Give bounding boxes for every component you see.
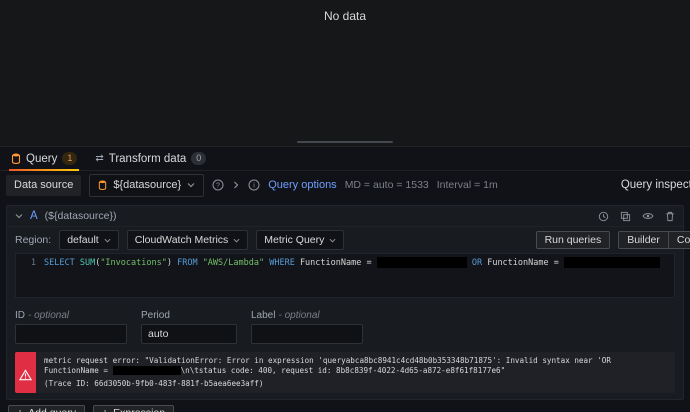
chevron-down-icon [233, 237, 240, 244]
svg-text:i: i [253, 183, 255, 190]
editor-tabbar: Query 1 ⇄ Transform data 0 [0, 147, 690, 171]
info-icon: i [248, 179, 260, 191]
add-expression-button[interactable]: Expression [93, 404, 175, 412]
period-field-label: Period [141, 310, 170, 321]
sql-token: = [366, 258, 377, 268]
query-mode-select-value: Metric Query [264, 234, 325, 246]
datasource-icon [98, 180, 107, 190]
redacted-value [112, 366, 181, 376]
tab-query-label: Query [26, 152, 58, 165]
no-data-message: No data [323, 9, 367, 23]
interval: Interval = 1m [436, 179, 498, 191]
redacted-value [376, 257, 467, 268]
sql-token: FunctionName [299, 258, 367, 268]
id-field-optional: - optional [28, 310, 70, 321]
hide-eye-icon[interactable] [642, 211, 654, 222]
id-field-group: ID - optional [15, 310, 127, 344]
footer-actions: Add query Expression [8, 404, 690, 412]
datasource-bar: Data source ${datasource} ? i Query opti… [0, 171, 690, 199]
label-field-label: Label [251, 310, 276, 321]
code-mode-button[interactable]: Code [668, 231, 690, 249]
datasource-picker[interactable]: ${datasource} [89, 173, 205, 197]
sql-token: WHERE [269, 258, 300, 268]
transform-icon: ⇄ [95, 153, 104, 164]
plus-icon [102, 407, 113, 412]
query-inspector-button[interactable]: Query inspector [621, 179, 690, 191]
label-field-group: Label - optional [251, 310, 363, 344]
error-text: metric request error: "ValidationError: … [44, 356, 667, 377]
id-field-label: ID [15, 310, 25, 321]
database-icon [11, 153, 21, 164]
query-error-banner: metric request error: "ValidationError: … [15, 352, 675, 393]
line-number: 1 [30, 258, 36, 268]
redacted-value [563, 257, 660, 268]
add-query-label: Add query [28, 407, 76, 412]
chevron-down-icon [329, 237, 336, 244]
datasource-picker-value: ${datasource} [113, 179, 182, 191]
add-query-button[interactable]: Add query [8, 404, 86, 412]
sql-token: = [553, 258, 564, 268]
sql-code: SELECT SUM("Invocations") FROM "AWS/Lamb… [44, 257, 660, 270]
label-field-optional: - optional [278, 310, 320, 321]
builder-mode-button[interactable]: Builder [618, 231, 669, 249]
tab-transform[interactable]: ⇄ Transform data 0 [86, 147, 215, 170]
query-options-toggle[interactable]: Query options [268, 179, 336, 191]
query-toolbar: Region: default CloudWatch Metrics Metri… [7, 229, 690, 251]
sql-token: "Invocations" [100, 258, 167, 268]
query-ref-id: A [30, 210, 38, 222]
warning-triangle-icon [19, 357, 32, 393]
sql-code-editor[interactable]: 1 SELECT SUM("Invocations") FROM "AWS/La… [15, 253, 675, 298]
editor-mode-toggle: Builder Code [618, 231, 690, 249]
help-icon[interactable]: ? [212, 179, 224, 191]
error-trace-id: (Trace ID: 66d3050b-9fb0-483f-881f-b5aea… [44, 378, 264, 388]
panel-resize-handle[interactable] [297, 141, 393, 143]
collapse-chevron-icon[interactable] [15, 212, 23, 220]
panel-preview: No data [0, 0, 690, 147]
region-select[interactable]: default [59, 230, 119, 250]
query-fields: ID - optional Period Label - optional [15, 310, 675, 344]
region-label: Region: [15, 234, 52, 246]
sql-code-line: 1 SELECT SUM("Invocations") FROM "AWS/La… [16, 257, 674, 270]
sql-token: "AWS/Lambda" [202, 258, 270, 268]
history-icon[interactable] [598, 211, 609, 222]
period-field-group: Period [141, 310, 237, 344]
id-input[interactable] [15, 324, 127, 344]
error-text-part: \n\tstatus code: 400, request id: [180, 366, 332, 376]
svg-text:?: ? [216, 183, 220, 190]
query-datasource-hint: (${datasource}) [44, 210, 117, 222]
sql-token: OR [466, 258, 488, 268]
trash-icon[interactable] [665, 211, 675, 222]
tab-query[interactable]: Query 1 [2, 147, 86, 171]
plus-icon [17, 407, 28, 412]
run-queries-button[interactable]: Run queries [535, 231, 611, 249]
tab-query-count: 1 [62, 152, 78, 165]
error-message: metric request error: "ValidationError: … [36, 352, 675, 393]
query-row-card: A (${datasource}) Region: default CloudW… [6, 205, 690, 400]
sql-token: FROM [177, 258, 203, 268]
chevron-right-icon[interactable] [232, 181, 240, 189]
query-header-actions [598, 211, 675, 222]
tab-transform-count: 0 [191, 152, 207, 165]
error-request-id: 8b8c839f-4022-4d65-a872-e8f61f8177e6" [336, 366, 506, 376]
error-stripe [15, 352, 36, 393]
grafana-query-editor: No data Query 1 ⇄ Transform data 0 Data … [0, 0, 690, 412]
query-row-header[interactable]: A (${datasource}) [7, 206, 683, 227]
datasource-label: Data source [6, 174, 82, 196]
label-input[interactable] [251, 324, 363, 344]
query-mode-select[interactable]: Metric Query [256, 230, 345, 250]
sql-token: ) [166, 258, 178, 268]
tab-transform-label: Transform data [108, 152, 187, 165]
namespace-select-value: CloudWatch Metrics [134, 234, 229, 246]
sql-token: SUM [79, 258, 96, 268]
add-expression-label: Expression [113, 407, 165, 412]
period-input[interactable] [141, 324, 237, 344]
chevron-down-icon [187, 181, 195, 189]
sql-token: SELECT [44, 258, 80, 268]
namespace-select[interactable]: CloudWatch Metrics [126, 230, 249, 250]
region-select-value: default [67, 234, 99, 246]
max-data-points: MD = auto = 1533 [344, 179, 429, 191]
sql-token: FunctionName [487, 258, 554, 268]
chevron-down-icon [104, 237, 111, 244]
duplicate-icon[interactable] [620, 211, 631, 222]
